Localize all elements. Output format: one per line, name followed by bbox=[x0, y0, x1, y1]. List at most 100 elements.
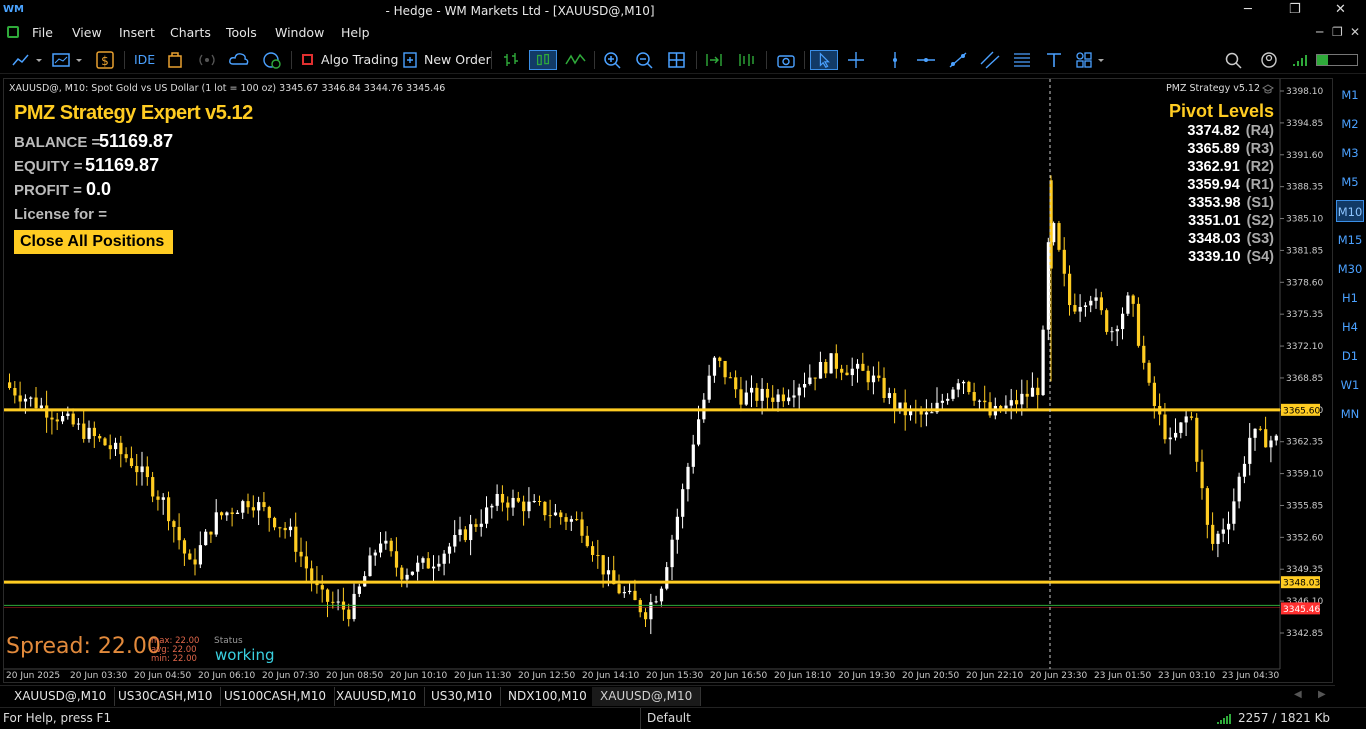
minimize-button[interactable]: ─ bbox=[1244, 2, 1252, 17]
tabs-scroll-left-icon[interactable]: ◀ bbox=[1294, 689, 1302, 700]
candlestick-plot[interactable]: 3398.10 3394.85 3391.60 3388.35 3385.10 3381.… bbox=[4, 79, 1334, 684]
candle-body bbox=[781, 394, 785, 402]
signal-icon[interactable] bbox=[196, 50, 218, 70]
vertical-line-icon[interactable] bbox=[884, 50, 906, 70]
price-chart[interactable]: 3398.10 3394.85 3391.60 3388.35 3385.10 3381.… bbox=[3, 78, 1333, 683]
bag-icon[interactable] bbox=[166, 50, 184, 70]
candle-body bbox=[463, 529, 467, 541]
timeframe-m5[interactable]: M5 bbox=[1336, 171, 1364, 193]
time-tick-label: 23 Jun 01:50 bbox=[1094, 671, 1151, 681]
candle-body bbox=[405, 574, 409, 580]
pivot-label: (R2) bbox=[1245, 159, 1274, 175]
child-minimize-button[interactable]: ─ bbox=[1316, 25, 1323, 39]
tab-xauusd-at-active[interactable]: XAUUSD@,M10 bbox=[592, 687, 702, 706]
pivot-label: (R3) bbox=[1245, 141, 1274, 157]
candle-body bbox=[198, 545, 202, 565]
balance-value: 51169.87 bbox=[99, 131, 174, 151]
cloud-icon[interactable] bbox=[228, 50, 250, 70]
fibonacci-icon[interactable] bbox=[1011, 50, 1033, 70]
algo-trading-icon[interactable] bbox=[302, 54, 313, 65]
shapes-icon[interactable] bbox=[1073, 50, 1109, 70]
screenshot-icon[interactable] bbox=[774, 50, 798, 70]
tab-ndx100[interactable]: NDX100,M10 bbox=[500, 687, 596, 706]
timeframe-h4[interactable]: H4 bbox=[1336, 316, 1364, 338]
time-tick-label: 23 Jun 03:10 bbox=[1158, 671, 1215, 681]
grid-icon[interactable] bbox=[666, 50, 688, 70]
zoom-in-icon[interactable] bbox=[602, 50, 624, 70]
indicators-icon[interactable] bbox=[50, 50, 86, 70]
child-close-button[interactable]: ✕ bbox=[1350, 25, 1360, 39]
algo-trading-button[interactable]: Algo Trading bbox=[321, 51, 398, 69]
pivot-value: 3351.01 bbox=[1188, 213, 1241, 229]
candle-body bbox=[61, 415, 65, 422]
pivot-r1: 3359.94 (R1) bbox=[1187, 177, 1274, 193]
price-tick-label: 3375.35 bbox=[1286, 310, 1323, 320]
cursor-icon[interactable] bbox=[810, 50, 838, 70]
text-tool-icon[interactable] bbox=[1043, 50, 1065, 70]
signal-strength-icon[interactable] bbox=[1290, 50, 1310, 70]
tab-us30cash[interactable]: US30CASH,M10 bbox=[110, 687, 222, 706]
close-all-positions-button[interactable]: Close All Positions bbox=[14, 230, 173, 254]
menu-charts[interactable]: Charts bbox=[170, 25, 211, 40]
tab-xauusd[interactable]: XAUUSD,M10 bbox=[328, 687, 426, 706]
menu-tools[interactable]: Tools bbox=[226, 25, 257, 40]
candle-body bbox=[606, 570, 611, 575]
candle-body bbox=[108, 445, 112, 450]
timeframe-m15[interactable]: M15 bbox=[1336, 229, 1364, 251]
menu-file[interactable]: File bbox=[32, 25, 53, 40]
tab-us100cash[interactable]: US100CASH,M10 bbox=[216, 687, 335, 706]
new-order-icon[interactable] bbox=[402, 50, 418, 70]
pivot-label: (S1) bbox=[1246, 195, 1274, 211]
timeframe-m3[interactable]: M3 bbox=[1336, 142, 1364, 164]
candle-body bbox=[750, 387, 754, 393]
chart-type-icon[interactable] bbox=[10, 50, 44, 70]
dollar-icon[interactable]: $ bbox=[95, 50, 115, 70]
candle-body bbox=[426, 558, 430, 569]
new-order-button[interactable]: New Order bbox=[424, 51, 491, 69]
chart-shift-icon[interactable] bbox=[734, 50, 758, 70]
price-tick-label: 3388.35 bbox=[1286, 183, 1323, 193]
restore-button[interactable]: ❐ bbox=[1289, 2, 1301, 17]
channel-icon[interactable] bbox=[979, 50, 1001, 70]
tab-us30[interactable]: US30,M10 bbox=[423, 687, 502, 706]
candle-body bbox=[972, 392, 976, 401]
candle-body bbox=[1131, 295, 1135, 304]
candle-body bbox=[251, 507, 255, 511]
trendline-icon[interactable] bbox=[947, 50, 969, 70]
timeframe-m30[interactable]: M30 bbox=[1336, 258, 1364, 280]
tabs-scroll-right-icon[interactable]: ▶ bbox=[1318, 689, 1326, 700]
candles-icon[interactable] bbox=[529, 50, 557, 70]
candle-body bbox=[808, 377, 812, 384]
candle-body bbox=[829, 353, 833, 374]
timeframe-w1[interactable]: W1 bbox=[1336, 374, 1364, 396]
autoscroll-icon[interactable] bbox=[702, 50, 726, 70]
child-restore-button[interactable]: ❐ bbox=[1332, 25, 1343, 39]
search-icon[interactable] bbox=[1223, 50, 1245, 70]
candle-body bbox=[151, 477, 155, 497]
menu-view[interactable]: View bbox=[72, 25, 102, 40]
timeframe-m1[interactable]: M1 bbox=[1336, 84, 1364, 106]
menu-help[interactable]: Help bbox=[341, 25, 370, 40]
zoom-out-icon[interactable] bbox=[634, 50, 656, 70]
tab-xauusd-at[interactable]: XAUUSD@,M10 bbox=[6, 687, 116, 706]
candle-body bbox=[92, 427, 96, 437]
menu-window[interactable]: Window bbox=[275, 25, 324, 40]
horizontal-line-icon[interactable] bbox=[915, 50, 937, 70]
ide-button[interactable]: IDE bbox=[134, 51, 155, 69]
timeframe-m10[interactable]: M10 bbox=[1336, 200, 1364, 222]
timeframe-mn[interactable]: MN bbox=[1336, 403, 1364, 425]
timeframe-m2[interactable]: M2 bbox=[1336, 113, 1364, 135]
crosshair-icon[interactable] bbox=[845, 50, 867, 70]
line-chart-icon[interactable] bbox=[564, 50, 588, 70]
close-button[interactable]: ✕ bbox=[1335, 2, 1346, 17]
market-icon[interactable] bbox=[261, 50, 283, 70]
chart-icon[interactable] bbox=[7, 26, 19, 38]
timeframe-h1[interactable]: H1 bbox=[1336, 287, 1364, 309]
bar-chart-icon[interactable] bbox=[500, 50, 522, 70]
menu-bar: File View Insert Charts Tools Window Hel… bbox=[0, 22, 1366, 44]
candle-body bbox=[18, 395, 22, 402]
account-icon[interactable] bbox=[1258, 50, 1280, 70]
help-text: For Help, press F1 bbox=[3, 711, 112, 725]
timeframe-d1[interactable]: D1 bbox=[1336, 345, 1364, 367]
menu-insert[interactable]: Insert bbox=[119, 25, 155, 40]
